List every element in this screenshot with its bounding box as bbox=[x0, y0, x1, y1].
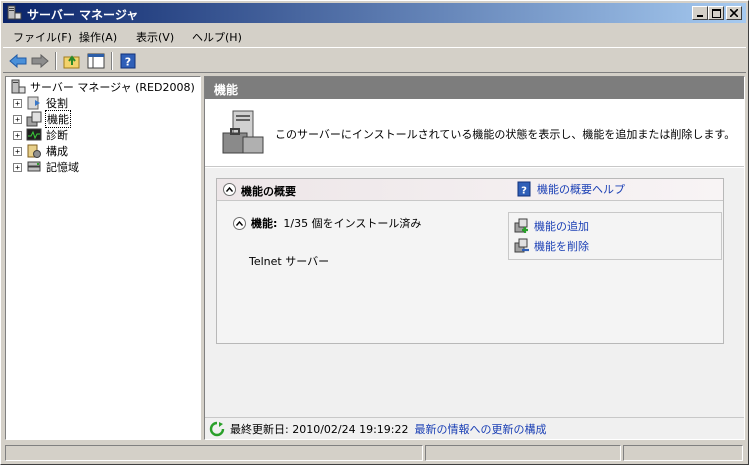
diagnostics-icon bbox=[26, 128, 42, 141]
last-updated-text: 最終更新日: 2010/02/24 19:19:22 bbox=[230, 423, 409, 436]
svg-text:?: ? bbox=[125, 56, 131, 69]
back-arrow-icon bbox=[9, 54, 27, 68]
help-link-label: 機能の概要ヘルプ bbox=[537, 183, 625, 196]
title-bar[interactable]: サーバー マネージャ bbox=[3, 3, 746, 23]
maximize-button[interactable] bbox=[708, 6, 724, 20]
actions-box: 機能の追加 機能を削除 bbox=[508, 212, 722, 260]
collapse-status-button[interactable] bbox=[233, 216, 246, 230]
back-button[interactable] bbox=[7, 51, 29, 71]
status-label: 機能: bbox=[251, 217, 278, 230]
expand-toggle[interactable]: + bbox=[13, 146, 22, 156]
help-icon: ? bbox=[120, 53, 136, 69]
up-folder-button[interactable] bbox=[61, 51, 83, 71]
pane-header: 機能 bbox=[205, 77, 744, 99]
tree-root-label: サーバー マネージャ (RED2008) bbox=[30, 81, 195, 94]
window-title: サーバー マネージャ bbox=[27, 8, 139, 22]
remove-features-label: 機能を削除 bbox=[534, 240, 589, 253]
features-large-icon bbox=[222, 110, 264, 154]
pane-footer: 最終更新日: 2010/02/24 19:19:22 最新の情報への更新の構成 bbox=[205, 417, 744, 439]
up-folder-icon bbox=[63, 55, 80, 69]
minimize-button[interactable] bbox=[692, 6, 708, 20]
menu-bar: ファイル(F) 操作(A) 表示(V) ヘルプ(H) bbox=[3, 26, 746, 46]
toolbar: ? bbox=[3, 47, 746, 73]
section-header: 機能の概要 ? 機能の概要ヘルプ bbox=[217, 179, 723, 201]
status-text: 1/35 個をインストール済み bbox=[283, 217, 422, 230]
svg-text:?: ? bbox=[521, 186, 527, 197]
show-hide-tree-button[interactable] bbox=[85, 51, 107, 71]
show-hide-tree-icon bbox=[87, 53, 105, 69]
expand-toggle[interactable]: + bbox=[13, 114, 22, 124]
tree-root[interactable]: サーバー マネージャ (RED2008) bbox=[10, 79, 196, 95]
tree-item-label: 診断 bbox=[46, 129, 68, 142]
server-manager-icon bbox=[11, 79, 26, 94]
chevron-up-icon bbox=[236, 220, 243, 226]
server-manager-window: サーバー マネージャ ファイル(F) 操作(A) 表示(V) ヘルプ(H) ? … bbox=[0, 0, 749, 465]
tree-item-roles[interactable]: + 役割 bbox=[13, 95, 69, 111]
pane-body: 機能の概要 ? 機能の概要ヘルプ 機能: 1/35 個をインストール済み Tel… bbox=[205, 168, 744, 417]
status-cell bbox=[425, 445, 621, 461]
add-features-link[interactable]: 機能の追加 bbox=[514, 218, 589, 234]
tree-item-label: 役割 bbox=[46, 97, 68, 110]
tree-item-features[interactable]: + 機能 bbox=[13, 110, 71, 128]
forward-arrow-icon bbox=[31, 54, 49, 68]
section-title: 機能の概要 bbox=[241, 185, 296, 198]
tree-item-label: 機能 bbox=[45, 110, 71, 128]
toolbar-separator bbox=[55, 52, 57, 70]
configuration-icon bbox=[27, 144, 41, 158]
help-icon: ? bbox=[517, 181, 531, 197]
minimize-icon bbox=[697, 15, 703, 17]
features-summary-section: 機能の概要 ? 機能の概要ヘルプ 機能: 1/35 個をインストール済み Tel… bbox=[216, 178, 724, 344]
details-pane: 機能 このサーバーにインストールされている機能の状態を表示し、機能を追加または削… bbox=[204, 76, 745, 440]
installed-feature-item: Telnet サーバー bbox=[249, 255, 330, 268]
features-icon bbox=[26, 111, 42, 127]
chevron-up-icon bbox=[226, 187, 233, 192]
refresh-icon bbox=[209, 421, 225, 437]
roles-icon bbox=[27, 96, 40, 110]
status-bar bbox=[3, 443, 746, 463]
server-manager-icon bbox=[7, 5, 22, 20]
pane-description: このサーバーにインストールされている機能の状態を表示し、機能を追加または削除しま… bbox=[275, 128, 736, 141]
maximize-icon bbox=[711, 8, 721, 18]
toolbar-separator bbox=[111, 52, 113, 70]
menu-view[interactable]: 表示(V) bbox=[136, 29, 174, 45]
close-button[interactable] bbox=[726, 6, 742, 20]
features-status: 機能: 1/35 個をインストール済み bbox=[233, 215, 421, 231]
help-button[interactable]: ? bbox=[117, 51, 139, 71]
forward-button[interactable] bbox=[29, 51, 51, 71]
pane-title: 機能 bbox=[214, 83, 239, 97]
remove-features-link[interactable]: 機能を削除 bbox=[514, 238, 589, 254]
menu-file[interactable]: ファイル(F) bbox=[13, 29, 72, 45]
tree-item-storage[interactable]: + 記憶域 bbox=[13, 159, 80, 175]
tree-item-diagnostics[interactable]: + 診断 bbox=[13, 127, 69, 143]
menu-help[interactable]: ヘルプ(H) bbox=[192, 29, 242, 45]
storage-icon bbox=[27, 161, 41, 172]
status-cell bbox=[623, 445, 743, 461]
add-features-icon bbox=[514, 218, 528, 233]
add-features-label: 機能の追加 bbox=[534, 220, 589, 233]
tree-item-label: 構成 bbox=[46, 145, 68, 158]
tree-item-label: 記憶域 bbox=[46, 161, 79, 174]
collapse-section-button[interactable] bbox=[223, 183, 236, 196]
expand-toggle[interactable]: + bbox=[13, 162, 22, 172]
menu-action[interactable]: 操作(A) bbox=[79, 29, 117, 45]
section-help-link[interactable]: ? 機能の概要ヘルプ bbox=[517, 181, 625, 197]
refresh-settings-link[interactable]: 最新の情報への更新の構成 bbox=[415, 421, 547, 437]
tree-item-configuration[interactable]: + 構成 bbox=[13, 143, 69, 159]
close-icon bbox=[730, 9, 738, 17]
status-cell bbox=[5, 445, 423, 461]
navigation-tree: サーバー マネージャ (RED2008) + 役割 + 機能 + 診断 + 構成… bbox=[5, 76, 201, 440]
remove-features-icon bbox=[514, 238, 529, 253]
expand-toggle[interactable]: + bbox=[13, 98, 22, 108]
expand-toggle[interactable]: + bbox=[13, 130, 22, 140]
intro-banner: このサーバーにインストールされている機能の状態を表示し、機能を追加または削除しま… bbox=[205, 99, 744, 167]
